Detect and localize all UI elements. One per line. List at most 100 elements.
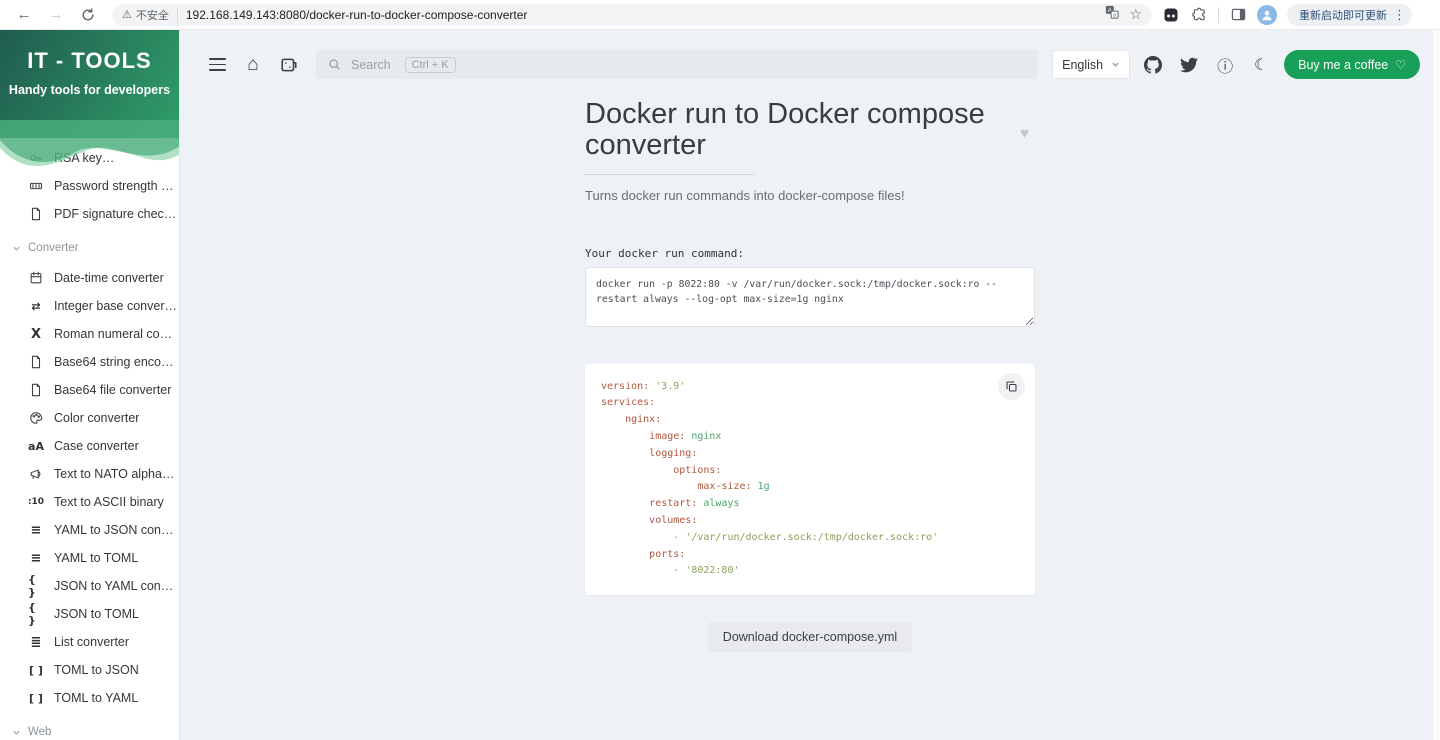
sidebar-item-list-converter[interactable]: ≣ List converter bbox=[0, 628, 179, 656]
chevron-down-icon bbox=[12, 728, 21, 737]
sidebar-item-rsa-key[interactable]: RSA key… bbox=[0, 144, 179, 172]
sidebar-item-password-strength-an[interactable]: Password strength an... bbox=[0, 172, 179, 200]
forward-icon[interactable]: → bbox=[44, 3, 68, 27]
buy-coffee-button[interactable]: Buy me a coffee♡ bbox=[1284, 50, 1420, 79]
sidebar-item-integer-base-converter[interactable]: ⇄ Integer base converter bbox=[0, 292, 179, 320]
sidebar-item-json-to-toml[interactable]: { } JSON to TOML bbox=[0, 600, 179, 628]
sidebar-item-color-converter[interactable]: Color converter bbox=[0, 404, 179, 432]
sidebar-item-date-time-converter[interactable]: Date-time converter bbox=[0, 264, 179, 292]
profile-avatar[interactable] bbox=[1257, 5, 1277, 25]
menu-toggle-button[interactable] bbox=[204, 52, 230, 78]
translate-icon[interactable]: Aa bbox=[1105, 5, 1119, 24]
address-bar[interactable]: ⚠ 不安全 192.168.149.143:8080/docker-run-to-… bbox=[112, 4, 1152, 26]
app-title: IT - TOOLS bbox=[0, 30, 179, 74]
extension-darkreader-icon[interactable] bbox=[1162, 6, 1180, 24]
reload-icon[interactable] bbox=[76, 3, 100, 27]
app-tagline: Handy tools for developers bbox=[0, 83, 179, 97]
key-icon bbox=[28, 150, 44, 166]
github-icon bbox=[1144, 56, 1162, 74]
swap-icon: ⇄ bbox=[28, 298, 44, 314]
binary-icon: :10 bbox=[28, 494, 44, 510]
sidebar-item-roman-numeral-conv[interactable]: X Roman numeral conv... bbox=[0, 320, 179, 348]
app-header: ⌂ Search Ctrl + K English ⓘ ☾ Buy me a c… bbox=[180, 30, 1440, 79]
copy-icon bbox=[1005, 380, 1018, 393]
chevron-down-icon bbox=[12, 244, 21, 253]
output-code-card: version: '3.9'services: nginx: image: ng… bbox=[585, 364, 1035, 596]
sidebar-sections: Converter Date-time converter ⇄ Integer … bbox=[0, 242, 179, 740]
tool-description: Turns docker run commands into docker-co… bbox=[585, 188, 1035, 203]
moon-icon: ☾ bbox=[1254, 55, 1268, 75]
search-icon bbox=[328, 58, 341, 71]
sidebar-item-base64-string-encode[interactable]: Base64 string encode... bbox=[0, 348, 179, 376]
chrome-update-button[interactable]: 重新启动即可更新 ⋮ bbox=[1287, 4, 1412, 26]
list-icon: ≣ bbox=[28, 634, 44, 650]
mega-icon bbox=[28, 466, 44, 482]
search-shortcut-badge: Ctrl + K bbox=[405, 57, 456, 73]
sidebar-item-pdf-signature-checker[interactable]: PDF signature checker bbox=[0, 200, 179, 228]
yaml-line: nginx: bbox=[601, 412, 1019, 429]
sidebar-item-base64-file-converter[interactable]: Base64 file converter bbox=[0, 376, 179, 404]
twitter-link[interactable] bbox=[1176, 52, 1202, 78]
brackets-icon: [ ] bbox=[28, 662, 44, 678]
bookmark-star-icon[interactable]: ☆ bbox=[1129, 6, 1142, 23]
warning-icon: ⚠ bbox=[122, 8, 132, 21]
github-link[interactable] bbox=[1140, 52, 1166, 78]
page-scrollbar[interactable] bbox=[1432, 30, 1440, 740]
sidebar-item-json-to-yaml-conver[interactable]: { } JSON to YAML conver... bbox=[0, 572, 179, 600]
download-button[interactable]: Download docker-compose.yml bbox=[708, 622, 912, 652]
yaml-line: volumes: bbox=[601, 513, 1019, 530]
sidebar-section-web[interactable]: Web bbox=[0, 726, 179, 738]
yaml-line: logging: bbox=[601, 446, 1019, 463]
hamburger-icon bbox=[209, 58, 226, 70]
language-value: English bbox=[1062, 58, 1103, 72]
security-label: 不安全 bbox=[136, 7, 169, 23]
random-tool-button[interactable] bbox=[276, 52, 302, 78]
browser-toolbar: ← → ⚠ 不安全 192.168.149.143:8080/docker-run… bbox=[0, 0, 1440, 30]
home-icon: ⌂ bbox=[247, 55, 258, 74]
side-panel-icon[interactable] bbox=[1229, 6, 1247, 24]
docker-run-input[interactable] bbox=[585, 267, 1035, 327]
random-tool-icon bbox=[280, 56, 298, 74]
sidebar-item-yaml-to-json-conver[interactable]: ≡ YAML to JSON conver... bbox=[0, 516, 179, 544]
url-text[interactable]: 192.168.149.143:8080/docker-run-to-docke… bbox=[186, 8, 1098, 22]
coffee-label: Buy me a coffee bbox=[1298, 58, 1388, 72]
copy-button[interactable] bbox=[998, 373, 1025, 400]
twitter-icon bbox=[1180, 56, 1198, 74]
yaml-line: options: bbox=[601, 463, 1019, 480]
sidebar-item-case-converter[interactable]: aA Case converter bbox=[0, 432, 179, 460]
extensions-puzzle-icon[interactable] bbox=[1190, 6, 1208, 24]
sidebar-section-converter[interactable]: Converter bbox=[0, 242, 179, 254]
favorite-heart-icon[interactable]: ♥ bbox=[1020, 125, 1029, 142]
doc-icon bbox=[28, 382, 44, 398]
home-button[interactable]: ⌂ bbox=[240, 52, 266, 78]
brackets-icon: [ ] bbox=[28, 690, 44, 706]
x-icon: X bbox=[28, 326, 44, 342]
page-title: Docker run to Docker compose converter bbox=[585, 99, 1035, 162]
language-select[interactable]: English bbox=[1052, 50, 1130, 79]
yaml-icon: ≡ bbox=[28, 522, 44, 538]
braces-icon: { } bbox=[28, 606, 44, 622]
yaml-line: - '/var/run/docker.sock:/tmp/docker.sock… bbox=[601, 530, 1019, 547]
sidebar-item-toml-to-yaml[interactable]: [ ] TOML to YAML bbox=[0, 684, 179, 712]
sidebar-item-toml-to-json[interactable]: [ ] TOML to JSON bbox=[0, 656, 179, 684]
yaml-line: max-size: 1g bbox=[601, 479, 1019, 496]
search-placeholder: Search bbox=[351, 58, 391, 72]
yaml-line: services: bbox=[601, 395, 1019, 412]
sidebar-header: IT - TOOLS Handy tools for developers bbox=[0, 30, 179, 138]
about-button[interactable]: ⓘ bbox=[1212, 52, 1238, 78]
sidebar-top-items: RSA key… Password strength an... PDF sig… bbox=[0, 138, 179, 228]
sidebar-item-yaml-to-toml[interactable]: ≡ YAML to TOML bbox=[0, 544, 179, 572]
security-chip[interactable]: ⚠ 不安全 bbox=[122, 7, 178, 23]
search-input[interactable]: Search Ctrl + K bbox=[316, 50, 1038, 79]
input-label: Your docker run command: bbox=[585, 247, 1035, 260]
dark-mode-toggle[interactable]: ☾ bbox=[1248, 52, 1274, 78]
yaml-icon: ≡ bbox=[28, 550, 44, 566]
palette-icon bbox=[28, 410, 44, 426]
strength-icon bbox=[28, 178, 44, 194]
kebab-menu-icon[interactable]: ⋮ bbox=[1393, 7, 1406, 23]
sidebar-item-text-to-nato-alphabet[interactable]: Text to NATO alphabet bbox=[0, 460, 179, 488]
yaml-line: image: nginx bbox=[601, 429, 1019, 446]
update-label: 重新启动即可更新 bbox=[1299, 7, 1387, 23]
back-icon[interactable]: ← bbox=[12, 3, 36, 27]
sidebar-item-text-to-ascii-binary[interactable]: :10 Text to ASCII binary bbox=[0, 488, 179, 516]
